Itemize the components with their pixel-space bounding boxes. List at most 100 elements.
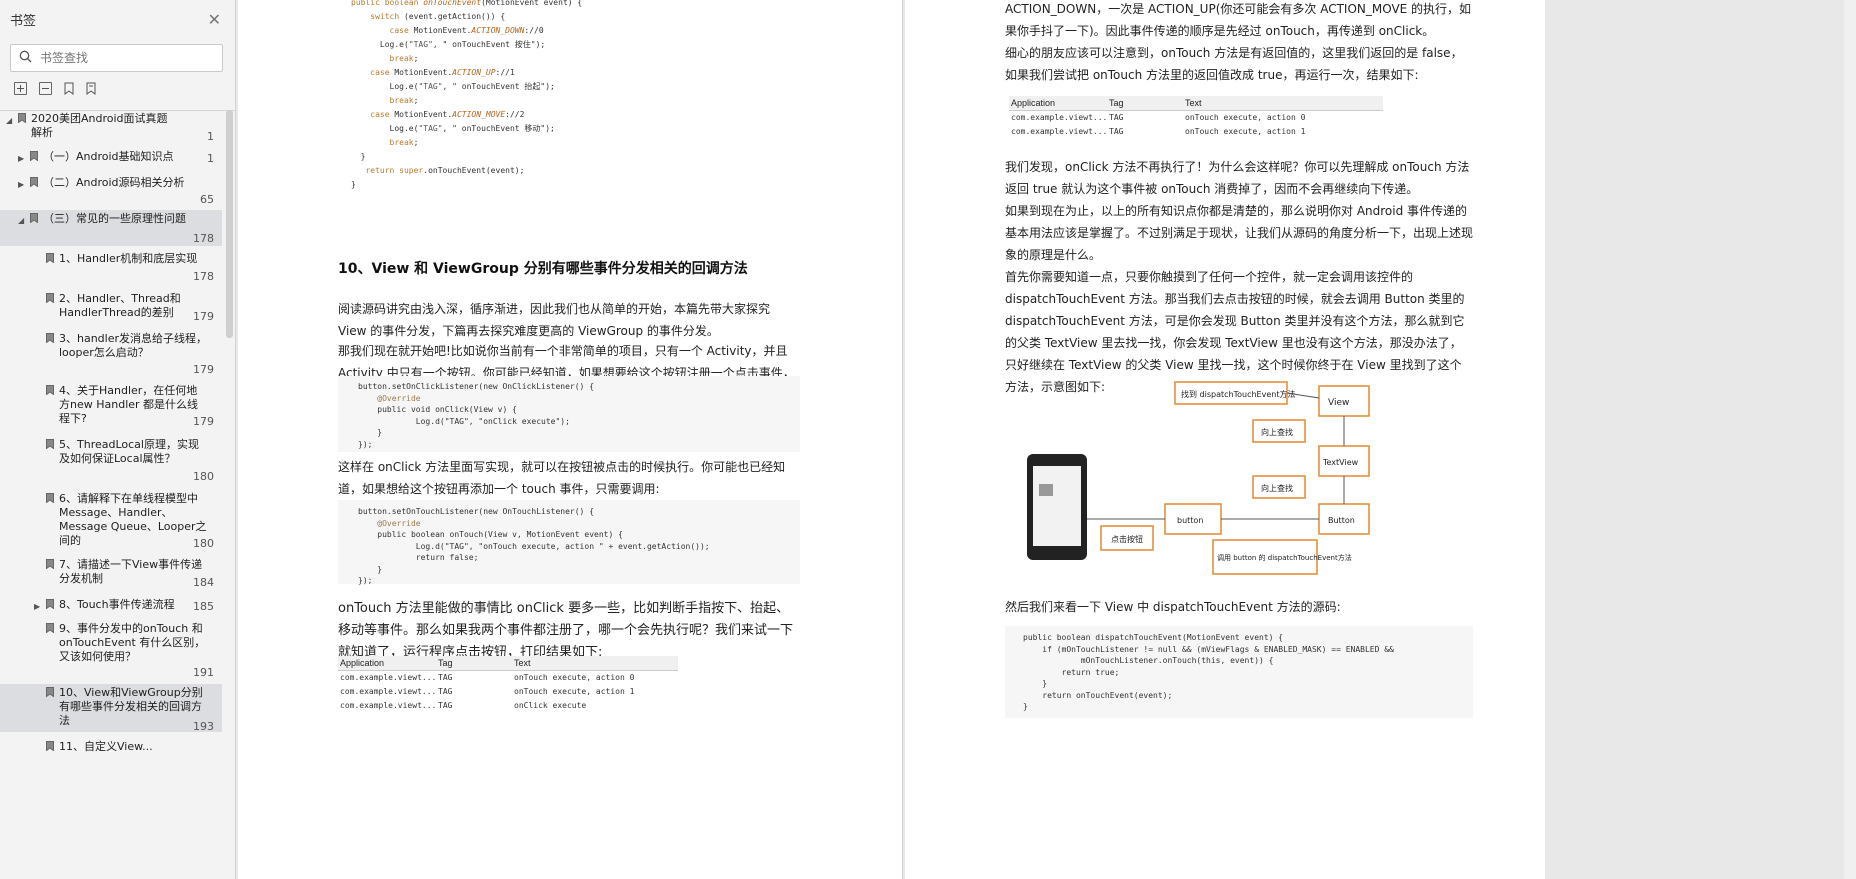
sidebar-item-page: 178 (193, 232, 214, 245)
sidebar-item[interactable]: 4、关于Handler，在任何地方new Handler 都是什么线程下? 179 (0, 382, 222, 428)
paragraph: 阅读源码讲究由浅入深，循序渐进，因此我们也从简单的开始，本篇先带大家探究 Vie… (338, 302, 771, 338)
sidebar-item[interactable]: ◢ 2020美团Android面试真题解析 1 (0, 110, 222, 146)
sidebar-item-page: 184 (193, 576, 214, 589)
paragraph: 我们发现，onClick 方法不再执行了！为什么会这样呢？你可以先理解成 onT… (1005, 160, 1470, 196)
table-row: com.example.viewt... TAG onTouch execute, … (338, 685, 678, 699)
search-icon (19, 50, 32, 67)
sidebar-item-label: 5、ThreadLocal原理，实现及如何保证Local属性？ (59, 438, 199, 465)
table-header-cell: Tag (1109, 98, 1124, 108)
sidebar-item-page: 191 (193, 666, 214, 679)
table-header-cell: Text (1185, 98, 1202, 108)
sidebar-item-page: 178 (193, 270, 214, 283)
table-header: Application Tag Text (338, 656, 678, 671)
sidebar-item[interactable]: ▶ （一）Android基础知识点 1 (0, 148, 222, 168)
table-cell: com.example.viewt... (340, 673, 437, 682)
expand-toggle-icon[interactable]: ◢ (18, 214, 24, 228)
bookmark-search-input[interactable] (38, 50, 192, 66)
code-block-ontouch: button.setOnTouchListener(new OnTouchLis… (338, 500, 800, 585)
sidebar-item-page: 179 (193, 310, 214, 323)
section-heading: 10、View 和 ViewGroup 分别有哪些事件分发相关的回调方法 (338, 261, 748, 277)
sidebar-item-label: 1、Handler机制和底层实现 (59, 252, 198, 265)
table-cell: onTouch execute, action 0 (1185, 113, 1306, 122)
bookmark-icon (30, 213, 38, 223)
table-row: com.example.viewt... TAG onTouch execute, … (1009, 125, 1383, 139)
sidebar-item-label: 2020美团Android面试真题解析 (31, 112, 168, 139)
table-cell: TAG (438, 673, 453, 682)
diagram-label: 找到 dispatchTouchEvent方法 (1181, 389, 1295, 399)
sidebar-item[interactable]: 10、View和ViewGroup分别有哪些事件分发相关的回调方法 193 (0, 684, 222, 733)
code-block-dispatchtouchevent: public boolean dispatchTouchEvent(Motion… (1005, 626, 1473, 718)
table-cell: com.example.viewt... (1011, 113, 1108, 122)
sidebar-item-page: 193 (193, 720, 214, 733)
close-icon[interactable]: ✕ (208, 10, 221, 29)
table-cell: com.example.viewt... (340, 701, 437, 710)
diagram-label: 点击按钮 (1111, 534, 1143, 544)
bookmark-sidebar: 书签 ✕ ◢ 2020美团Android面试真题解析 1 ▶ （一）Android基础知… (0, 0, 236, 879)
bookmark-icon (46, 493, 54, 503)
paragraph: 如果到现在为止，以上的所有知识点你都是清楚的，那么说明你对 Android 事件… (1005, 204, 1474, 262)
bookmark-icon (46, 687, 54, 697)
diagram-label: button (1177, 516, 1203, 525)
document-page-right: ACTION_DOWN，一次是 ACTION_UP(你还可能会有多次 ACTIO… (905, 0, 1545, 879)
expand-toggle-icon[interactable]: ▶ (18, 178, 24, 192)
sidebar-item-label: 6、请解释下在单线程模型中Message、Handler、Message Que… (59, 492, 207, 547)
sidebar-item[interactable]: 2、Handler、Thread和HandlerThread的差别 179 (0, 290, 222, 324)
sidebar-item[interactable]: ▶ 8、Touch事件传递流程 185 (0, 596, 222, 616)
sidebar-item-label: （三）常见的一些原理性问题 (43, 212, 186, 225)
expand-toggle-icon[interactable]: ▶ (18, 152, 24, 166)
add-bookmark-icon[interactable] (64, 82, 74, 95)
sidebar-item[interactable]: 3、handler发消息给子线程，looper怎么启动？ 179 (0, 330, 222, 376)
diagram-label: 向上查找 (1261, 483, 1293, 493)
bookmark-icon (46, 439, 54, 449)
bookmark-icon (30, 151, 38, 161)
bookmark-icon (30, 177, 38, 187)
bookmark-icon[interactable] (86, 82, 96, 95)
sidebar-item-label: （一）Android基础知识点 (43, 150, 174, 163)
paragraph: 这样在 onClick 方法里面写实现，就可以在按钮被点击的时候执行。你可能也已… (338, 460, 786, 496)
collapse-all-icon[interactable] (39, 82, 52, 95)
sidebar-item[interactable]: 9、事件分发中的onTouch 和onTouchEvent 有什么区别，又该如何… (0, 620, 222, 679)
bookmark-icon (46, 253, 54, 263)
sidebar-item-label: 2、Handler、Thread和HandlerThread的差别 (59, 292, 181, 319)
expand-all-icon[interactable] (14, 82, 27, 95)
bookmark-icon (46, 385, 54, 395)
table-row: com.example.viewt... TAG onClick execute (338, 699, 678, 713)
bookmark-search[interactable] (10, 44, 223, 72)
table-header-cell: Text (514, 658, 531, 668)
sidebar-item[interactable]: 11、自定义View... (0, 738, 222, 758)
bookmark-icon (46, 599, 54, 609)
diagram-label: 调用 button 的 dispatchTouchEvent方法 (1217, 553, 1352, 562)
table-header-cell: Tag (438, 658, 453, 668)
table-cell: onTouch execute, action 1 (1185, 127, 1306, 136)
sidebar-item-page: 179 (193, 363, 214, 376)
sidebar-item-label: 9、事件分发中的onTouch 和onTouchEvent 有什么区别，又该如何… (59, 622, 206, 663)
bookmark-icon (46, 293, 54, 303)
diagram-label: View (1328, 398, 1349, 408)
table-cell: TAG (438, 701, 453, 710)
sidebar-scrollbar[interactable] (226, 110, 233, 338)
expand-toggle-icon[interactable]: ◢ (6, 114, 12, 128)
sidebar-item[interactable]: 1、Handler机制和底层实现 178 (0, 250, 222, 284)
sidebar-item-label: 11、自定义View... (59, 740, 153, 753)
table-cell: com.example.viewt... (1011, 127, 1108, 136)
sidebar-item-page: 180 (193, 470, 214, 483)
dispatch-diagram: 找到 dispatchTouchEvent方法 View 向上查找 TextVi… (1027, 381, 1370, 575)
expand-toggle-icon[interactable]: ▶ (34, 600, 40, 614)
sidebar-item[interactable]: ◢ （三）常见的一些原理性问题 178 (0, 210, 222, 246)
table-row: com.example.viewt... TAG onTouch execute, … (1009, 111, 1383, 125)
table-cell: TAG (438, 687, 453, 696)
logcat-table: Application Tag Text com.example.viewt... TA… (338, 656, 678, 713)
table-cell: com.example.viewt... (340, 687, 437, 696)
sidebar-item-page: 179 (193, 415, 214, 428)
sidebar-item-label: 8、Touch事件传递流程 (59, 598, 175, 611)
document-scrollbar[interactable] (1844, 0, 1856, 879)
sidebar-item[interactable]: 5、ThreadLocal原理，实现及如何保证Local属性？ 180 (0, 436, 222, 483)
code-block-onclick: button.setOnClickListener(new OnClickLis… (338, 376, 800, 452)
sidebar-item[interactable]: 7、请描述一下View事件传递分发机制 184 (0, 556, 222, 590)
sidebar-item[interactable]: ▶ （二）Android源码相关分析 65 (0, 174, 222, 208)
sidebar-item-page: 1 (207, 130, 214, 143)
sidebar-item[interactable]: 6、请解释下在单线程模型中Message、Handler、Message Que… (0, 490, 222, 550)
sidebar-toolbar (0, 72, 235, 98)
paragraph: 细心的朋友应该可以注意到，onTouch 方法是有返回值的，这里我们返回的是 f… (1005, 46, 1463, 82)
document-page-left: public boolean onTouchEvent(MotionEvent … (238, 0, 903, 879)
